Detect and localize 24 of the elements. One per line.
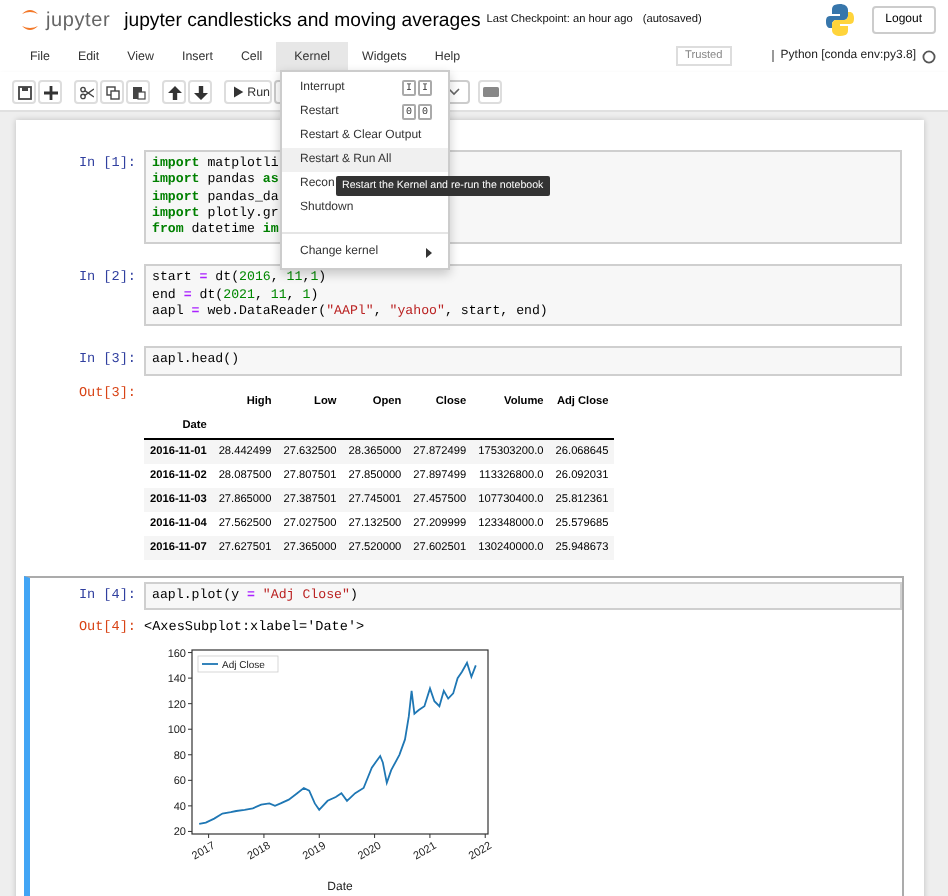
keyboard-icon — [481, 86, 499, 98]
play-icon — [234, 86, 244, 98]
up-arrow-icon — [167, 85, 181, 99]
add-cell-button[interactable] — [38, 80, 62, 104]
jupyter-logo-icon — [20, 6, 40, 34]
chevron-down-icon — [448, 88, 460, 96]
cut-button[interactable] — [74, 80, 98, 104]
keyboard-button[interactable] — [478, 80, 502, 104]
move-up-button[interactable] — [162, 80, 186, 104]
python-logo-icon — [825, 4, 854, 36]
copy-icon — [105, 85, 119, 99]
move-down-button[interactable] — [188, 80, 212, 104]
plus-icon — [43, 85, 57, 99]
scissors-icon — [79, 85, 93, 99]
notebook-title[interactable]: jupyter candlesticks and moving averages — [124, 9, 481, 31]
submenu-arrow-icon — [426, 247, 432, 257]
save-button[interactable] — [12, 80, 36, 104]
paste-button[interactable] — [126, 80, 150, 104]
jupyter-logo-text[interactable]: jupyter — [46, 9, 111, 31]
down-arrow-icon — [193, 85, 207, 99]
kernel-status-icon — [922, 49, 936, 63]
copy-button[interactable] — [100, 80, 124, 104]
save-icon — [17, 85, 31, 99]
paste-icon — [131, 85, 145, 99]
